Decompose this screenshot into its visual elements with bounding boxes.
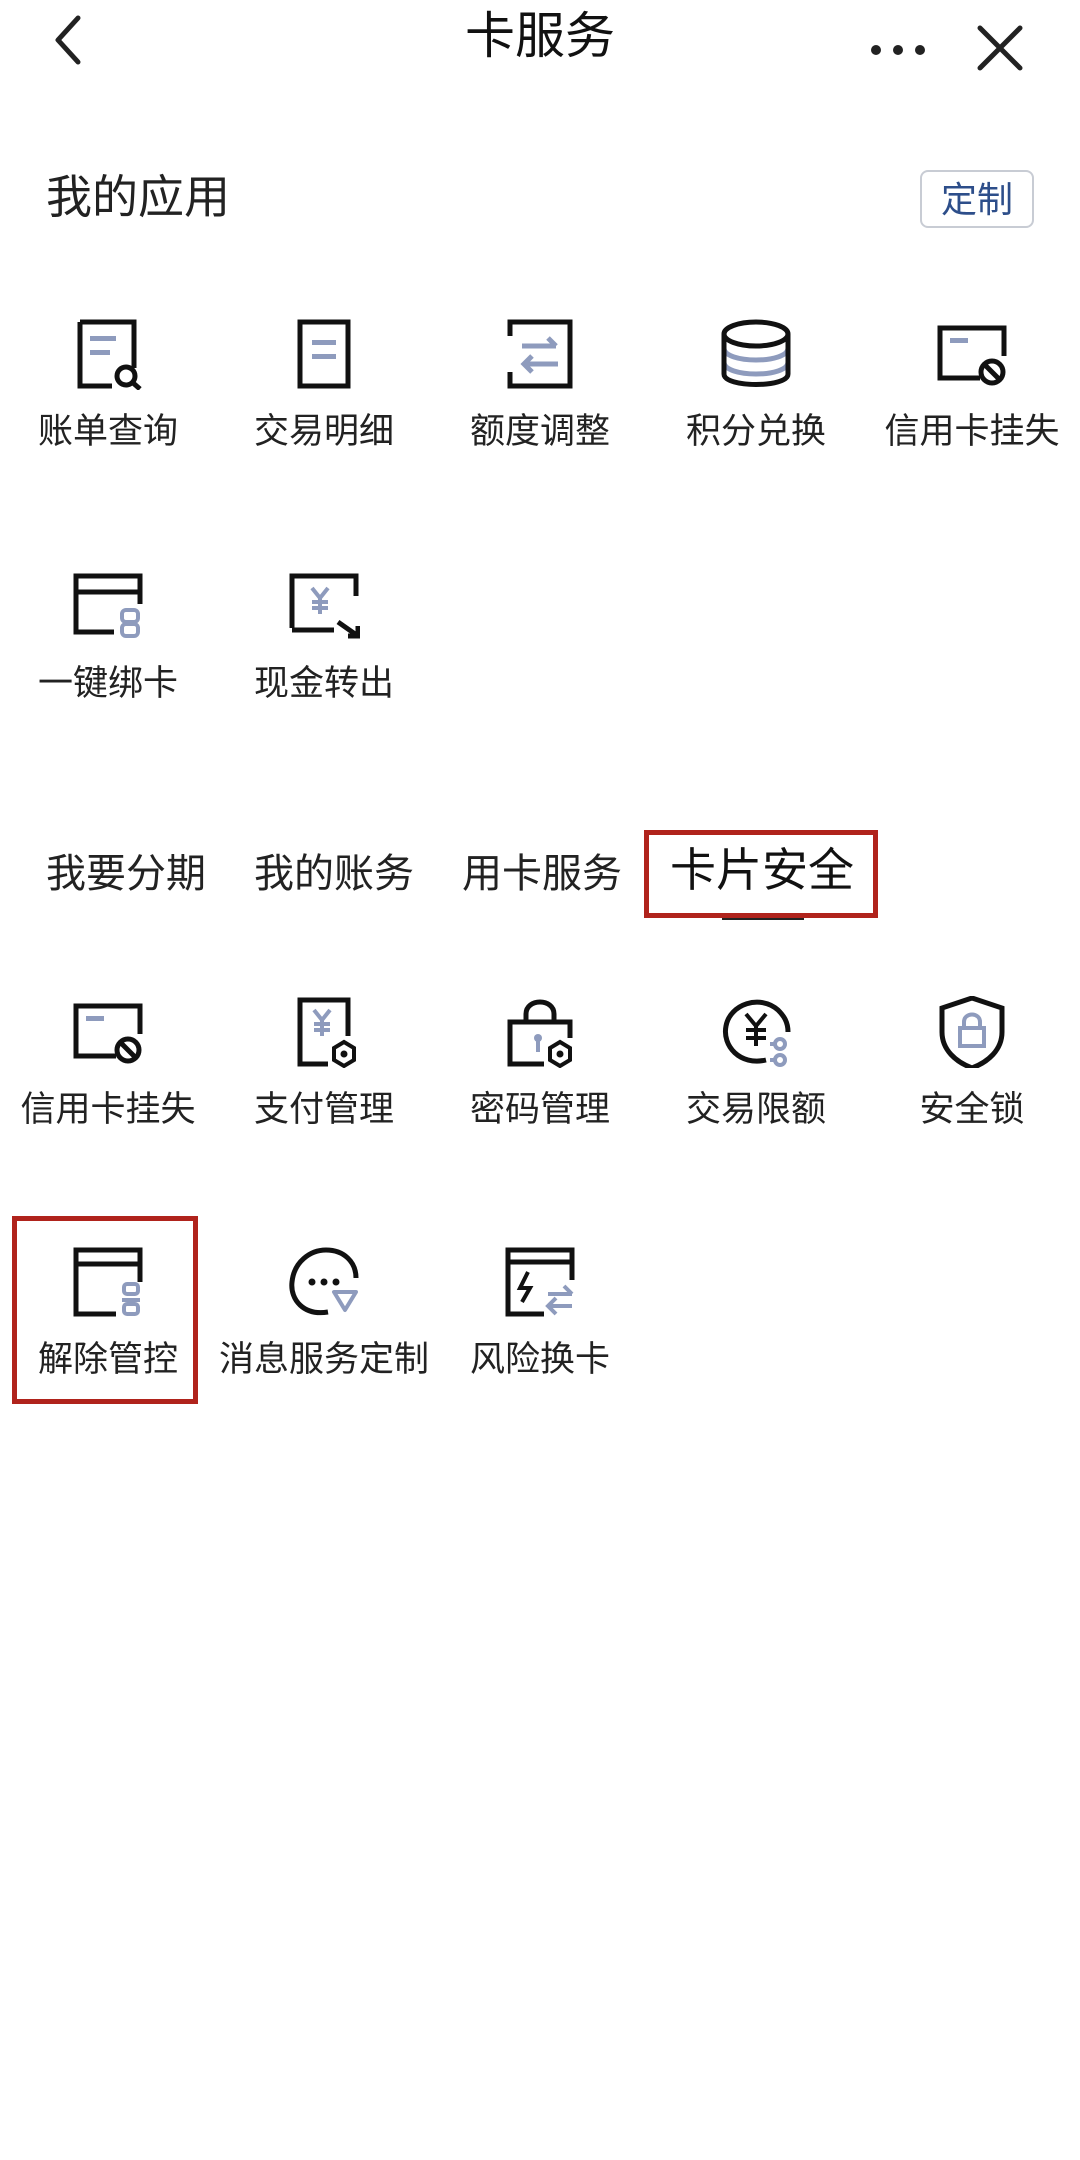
security-transaction-limit[interactable]: 交易限额 xyxy=(648,996,864,1196)
security-card-report-loss[interactable]: 信用卡挂失 xyxy=(0,996,216,1196)
tab-card-services[interactable]: 用卡服务 xyxy=(462,848,622,900)
app-limit-adjust[interactable]: 额度调整 xyxy=(432,318,648,518)
close-icon xyxy=(977,25,1023,71)
security-label: 风险换卡 xyxy=(469,1340,610,1380)
card-block-icon xyxy=(73,1003,143,1064)
app-bind-card[interactable]: 一键绑卡 xyxy=(0,570,216,770)
more-button[interactable] xyxy=(862,24,942,74)
risk-card-swap-icon xyxy=(505,1247,575,1317)
highlight-box-tab xyxy=(644,830,878,918)
highlight-box-release-control xyxy=(12,1216,198,1404)
tab-installments[interactable]: 我要分期 xyxy=(46,848,206,900)
password-lock-icon xyxy=(507,999,573,1068)
payment-settings-icon xyxy=(297,997,356,1068)
bind-card-icon xyxy=(73,573,143,638)
security-lock[interactable]: 安全锁 xyxy=(864,996,1080,1196)
my-apps-title: 我的应用 xyxy=(46,170,230,224)
app-card-report-loss[interactable]: 信用卡挂失 xyxy=(864,318,1080,518)
app-label: 信用卡挂失 xyxy=(884,412,1060,452)
more-dots-icon xyxy=(871,45,925,55)
security-risk-card-swap[interactable]: 风险换卡 xyxy=(432,1246,648,1446)
customize-button[interactable]: 定制 xyxy=(920,170,1034,228)
app-points-exchange[interactable]: 积分兑换 xyxy=(648,318,864,518)
app-bill-query[interactable]: 账单查询 xyxy=(0,318,216,518)
app-cash-out[interactable]: 现金转出 xyxy=(216,570,432,770)
app-transaction-details[interactable]: 交易明细 xyxy=(216,318,432,518)
close-button[interactable] xyxy=(970,18,1030,78)
top-bar: 卡服务 xyxy=(0,0,1080,110)
security-message-service[interactable]: 消息服务定制 xyxy=(216,1246,432,1446)
bill-search-icon xyxy=(77,319,142,390)
transaction-limit-icon xyxy=(722,999,791,1067)
tab-my-accounts[interactable]: 我的账务 xyxy=(254,848,414,900)
shield-lock-icon xyxy=(939,996,1005,1068)
security-password-management[interactable]: 密码管理 xyxy=(432,996,648,1196)
points-coins-icon xyxy=(721,319,791,387)
card-block-icon xyxy=(937,325,1007,386)
app-label: 现金转出 xyxy=(253,664,394,704)
security-payment-management[interactable]: 支付管理 xyxy=(216,996,432,1196)
adjust-limit-icon xyxy=(507,319,573,389)
document-icon xyxy=(297,319,351,389)
security-label: 安全锁 xyxy=(919,1090,1025,1130)
cash-out-icon xyxy=(289,573,360,639)
message-service-icon xyxy=(289,1247,359,1316)
